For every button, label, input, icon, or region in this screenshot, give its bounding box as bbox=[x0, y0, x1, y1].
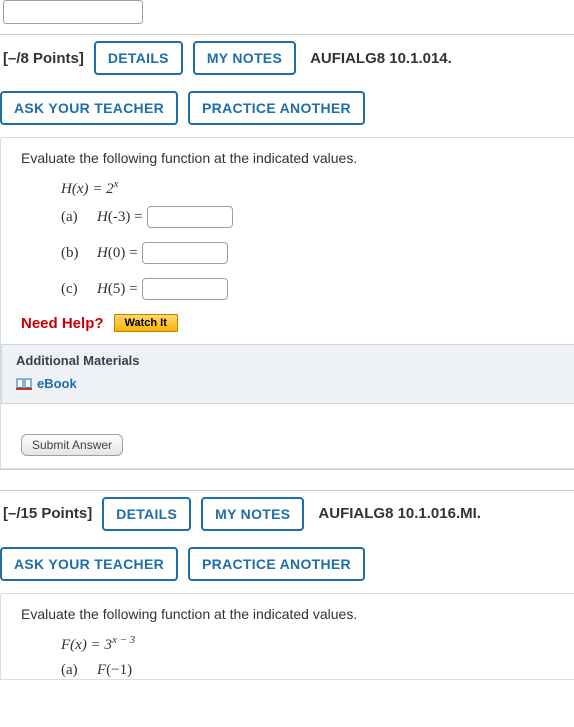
part-fn: H bbox=[97, 245, 108, 261]
points-label: [–/8 Points] bbox=[3, 50, 84, 67]
fn-exp: x − 3 bbox=[112, 634, 135, 646]
problem-2: [–/15 Points] DETAILS MY NOTES AUFIALG8 … bbox=[0, 490, 574, 680]
problem-header-row2: ASK YOUR TEACHER PRACTICE ANOTHER bbox=[0, 539, 574, 589]
fn-base: 2 bbox=[106, 181, 114, 197]
submit-answer-button[interactable]: Submit Answer bbox=[21, 434, 123, 456]
part-eq: = bbox=[125, 281, 137, 297]
answer-input-b[interactable] bbox=[142, 242, 228, 264]
part-label: (a) bbox=[61, 209, 97, 226]
fn-base: 3 bbox=[104, 637, 112, 653]
details-button[interactable]: DETAILS bbox=[102, 497, 191, 531]
answer-input-c[interactable] bbox=[142, 278, 228, 300]
part-fn: H bbox=[97, 281, 108, 297]
fn-exp: x bbox=[114, 178, 119, 190]
part-fn: F bbox=[97, 662, 106, 678]
answer-input-a[interactable] bbox=[147, 206, 233, 228]
part-label: (c) bbox=[61, 281, 97, 298]
watch-it-button[interactable]: Watch It bbox=[114, 314, 178, 332]
problem-1: [–/8 Points] DETAILS MY NOTES AUFIALG8 1… bbox=[0, 34, 574, 470]
part-arg: (0) bbox=[108, 245, 126, 261]
problem-header-row1: [–/8 Points] DETAILS MY NOTES AUFIALG8 1… bbox=[0, 35, 574, 83]
part-eq: = bbox=[125, 245, 137, 261]
part-arg: (−1) bbox=[106, 662, 132, 678]
problem-content: Evaluate the following function at the i… bbox=[0, 593, 574, 680]
submit-row: Submit Answer bbox=[21, 434, 558, 456]
points-label: [–/15 Points] bbox=[3, 505, 92, 522]
part-fn: H bbox=[97, 209, 108, 225]
part-c: (c) H(5) = bbox=[61, 278, 558, 300]
problem-header-row2: ASK YOUR TEACHER PRACTICE ANOTHER bbox=[0, 83, 574, 133]
part-label: (b) bbox=[61, 245, 97, 262]
mynotes-button[interactable]: MY NOTES bbox=[193, 41, 296, 75]
part-expression: H(-3) = bbox=[97, 209, 143, 226]
part-b: (b) H(0) = bbox=[61, 242, 558, 264]
additional-materials: Additional Materials eBook bbox=[1, 344, 574, 404]
part-a: (a) H(-3) = bbox=[61, 206, 558, 228]
part-expression: F(−1) bbox=[97, 662, 132, 679]
prompt-text: Evaluate the following function at the i… bbox=[21, 606, 558, 622]
problem-content: Evaluate the following function at the i… bbox=[0, 137, 574, 469]
practice-another-button[interactable]: PRACTICE ANOTHER bbox=[188, 91, 365, 125]
mynotes-button[interactable]: MY NOTES bbox=[201, 497, 304, 531]
part-arg: (-3) bbox=[108, 209, 131, 225]
ebook-label: eBook bbox=[37, 376, 77, 391]
book-icon bbox=[16, 378, 32, 390]
part-a: (a) F(−1) bbox=[61, 662, 558, 679]
part-eq: = bbox=[130, 209, 142, 225]
previous-input-stub[interactable] bbox=[3, 0, 143, 24]
ebook-link[interactable]: eBook bbox=[16, 376, 77, 391]
fn-lhs: H(x) = bbox=[61, 181, 106, 197]
part-label: (a) bbox=[61, 662, 97, 679]
function-definition: F(x) = 3x − 3 bbox=[61, 634, 558, 654]
details-button[interactable]: DETAILS bbox=[94, 41, 183, 75]
practice-another-button[interactable]: PRACTICE ANOTHER bbox=[188, 547, 365, 581]
ask-teacher-button[interactable]: ASK YOUR TEACHER bbox=[0, 547, 178, 581]
problem-header-row1: [–/15 Points] DETAILS MY NOTES AUFIALG8 … bbox=[0, 491, 574, 539]
part-expression: H(5) = bbox=[97, 281, 138, 298]
part-expression: H(0) = bbox=[97, 245, 138, 262]
fn-lhs: F(x) = bbox=[61, 637, 104, 653]
additional-title: Additional Materials bbox=[16, 353, 560, 368]
ask-teacher-button[interactable]: ASK YOUR TEACHER bbox=[0, 91, 178, 125]
function-definition: H(x) = 2x bbox=[61, 178, 558, 198]
part-arg: (5) bbox=[108, 281, 126, 297]
reference-label: AUFIALG8 10.1.016.MI. bbox=[318, 505, 481, 522]
need-help-row: Need Help? Watch It bbox=[21, 314, 558, 332]
reference-label: AUFIALG8 10.1.014. bbox=[310, 50, 452, 67]
prompt-text: Evaluate the following function at the i… bbox=[21, 150, 558, 166]
need-help-label: Need Help? bbox=[21, 315, 104, 332]
